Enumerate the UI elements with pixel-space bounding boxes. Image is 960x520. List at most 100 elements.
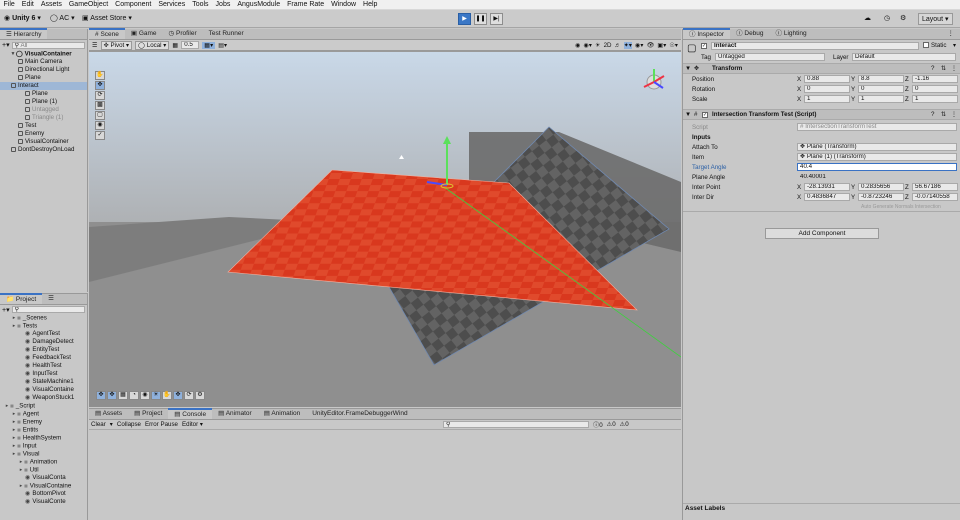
project-folder[interactable]: ▸ ■ Input bbox=[0, 442, 87, 450]
menu-item-assets[interactable]: Assets bbox=[37, 0, 65, 10]
warn-count[interactable]: ⚠0 bbox=[607, 421, 616, 428]
project-folder[interactable]: ▸ ■ Agent bbox=[0, 410, 87, 418]
collab-button[interactable]: ◯ AC ▾ bbox=[50, 13, 75, 25]
tab-animation[interactable]: ▤ Animation bbox=[258, 408, 307, 419]
tab-profiler[interactable]: ◷ Profiler bbox=[163, 28, 203, 39]
tab-lighting[interactable]: ⓘ Lighting bbox=[770, 28, 813, 39]
scene-row[interactable]: ▼◯ VisualContainer bbox=[0, 50, 87, 58]
project-folder[interactable]: ▸ ■ Enemy bbox=[0, 418, 87, 426]
layout-dropdown[interactable]: Layout ▾ bbox=[918, 13, 953, 25]
scene-viewport[interactable] bbox=[89, 52, 681, 407]
add-component-button[interactable]: Add Component bbox=[765, 228, 879, 239]
overlay-camera-icon[interactable]: ◉ bbox=[140, 391, 150, 400]
attach-to-field[interactable]: ✥ Plane (Transform) bbox=[797, 143, 957, 151]
inter-dir-y-input[interactable]: -0.8723246 bbox=[858, 193, 904, 201]
rotation-y-label[interactable]: Y bbox=[851, 86, 855, 93]
audio-toggle-icon[interactable]: ♬ bbox=[615, 42, 621, 49]
scale-z-input[interactable]: 1 bbox=[912, 95, 958, 103]
effects-toggle-icon[interactable]: ✦▾ bbox=[623, 41, 633, 49]
position-x-label[interactable]: X bbox=[797, 76, 801, 83]
target-angle-input[interactable]: 40.4 bbox=[797, 163, 957, 171]
project-folder[interactable]: ▸ ■ Tests bbox=[0, 322, 87, 330]
hierarchy-item[interactable]: VisualContainer bbox=[0, 138, 87, 146]
view-tool-icon[interactable]: ✋ bbox=[95, 71, 105, 80]
snap-toggle-icon[interactable]: ▤▾ bbox=[218, 42, 227, 49]
inter-point-label[interactable]: Inter Point bbox=[692, 184, 720, 191]
project-folder[interactable]: ▸ ■ _Script bbox=[0, 402, 87, 410]
inter-point-z-input[interactable]: 56.67186 bbox=[912, 183, 958, 191]
settings-gear-icon[interactable]: ⚙ bbox=[900, 13, 906, 25]
render-mode-icon[interactable]: ◉▾ bbox=[584, 42, 593, 49]
project-asset[interactable]: ◉ HealthTest bbox=[0, 362, 87, 370]
overlay-settings-icon[interactable]: ⚙ bbox=[195, 391, 205, 400]
inter-dir-z-label[interactable]: Z bbox=[905, 194, 909, 201]
static-checkbox[interactable] bbox=[923, 42, 929, 48]
scale-x-label[interactable]: X bbox=[797, 96, 801, 103]
tab-hierarchy[interactable]: ☰ Hierarchy bbox=[0, 28, 48, 39]
transform-header[interactable]: ▼ ✥ Transform ? ⇅ ⋮ bbox=[683, 64, 960, 74]
hierarchy-item[interactable]: DontDestroyOnLoad bbox=[0, 146, 87, 154]
inter-dir-x-input[interactable]: 0.4836847 bbox=[804, 193, 850, 201]
gizmo-global-icon[interactable]: ◉ bbox=[575, 42, 580, 49]
project-folder[interactable]: ▸ ■ Visual bbox=[0, 450, 87, 458]
hierarchy-item[interactable]: Directional Light bbox=[0, 66, 87, 74]
tab-debug[interactable]: ⓘ Debug bbox=[730, 28, 769, 39]
script-preset-icon[interactable]: ⇅ bbox=[941, 111, 946, 118]
hierarchy-item[interactable]: Test bbox=[0, 122, 87, 130]
error-pause-button[interactable]: Error Pause bbox=[145, 421, 178, 428]
rotation-z-label[interactable]: Z bbox=[905, 86, 909, 93]
console-search-input[interactable]: ⚲ bbox=[443, 421, 589, 428]
transform-tool-icon[interactable]: ◉ bbox=[95, 121, 105, 130]
inter-point-y-label[interactable]: Y bbox=[851, 184, 855, 191]
project-asset[interactable]: ◉ VisualContaine bbox=[0, 386, 87, 394]
inter-point-y-input[interactable]: 0.2835656 bbox=[858, 183, 904, 191]
tab-test-runner[interactable]: Test Runner bbox=[203, 28, 250, 39]
scale-label[interactable]: Scale bbox=[692, 96, 707, 103]
rotation-x-input[interactable]: 0 bbox=[804, 85, 850, 93]
editor-dropdown[interactable]: Editor ▾ bbox=[182, 421, 203, 428]
inter-point-x-label[interactable]: X bbox=[797, 184, 801, 191]
hierarchy-search-input[interactable]: ⚲ All bbox=[11, 41, 85, 49]
custom-tool-icon[interactable]: ✓ bbox=[95, 131, 105, 140]
menu-item-tools[interactable]: Tools bbox=[189, 0, 212, 10]
overlay-orbit-icon[interactable]: ⟳ bbox=[184, 391, 194, 400]
position-z-input[interactable]: -1.16 bbox=[912, 75, 958, 83]
hierarchy-item[interactable]: Untagged bbox=[0, 106, 87, 114]
rotation-y-input[interactable]: 0 bbox=[858, 85, 904, 93]
position-y-input[interactable]: 8.8 bbox=[858, 75, 904, 83]
script-header[interactable]: ▼ # ✓ Intersection Transform Test (Scrip… bbox=[683, 110, 960, 120]
visibility-icon[interactable]: 👁 bbox=[647, 41, 655, 49]
position-x-input[interactable]: 0.88 bbox=[804, 75, 850, 83]
clear-dropdown-icon[interactable]: ▾ bbox=[110, 421, 113, 428]
inter-dir-z-input[interactable]: -0.07140558 bbox=[912, 193, 958, 201]
scale-tool-icon[interactable]: ▩ bbox=[95, 101, 105, 110]
hidden-objects-icon[interactable]: ◉▾ bbox=[635, 42, 644, 49]
project-folder[interactable]: ▸ ■ Animation bbox=[0, 458, 87, 466]
menu-item-window[interactable]: Window bbox=[328, 0, 360, 10]
project-asset[interactable]: ◉ FeedbackTest bbox=[0, 354, 87, 362]
project-asset[interactable]: ◉ EntityTest bbox=[0, 346, 87, 354]
transform-tools-icon[interactable]: ☰ bbox=[92, 42, 98, 49]
menu-item-angusmodule[interactable]: AngusModule bbox=[234, 0, 284, 10]
move-tool-icon[interactable]: ✥ bbox=[95, 81, 105, 90]
tab-animator[interactable]: ▤ Animator bbox=[212, 408, 258, 419]
tab-game[interactable]: ▣ Game bbox=[125, 28, 163, 39]
tab-project[interactable]: ▤ Project bbox=[128, 408, 168, 419]
menu-item-help[interactable]: Help bbox=[360, 0, 381, 10]
position-z-label[interactable]: Z bbox=[905, 76, 909, 83]
hierarchy-item[interactable]: Enemy bbox=[0, 130, 87, 138]
position-y-label[interactable]: Y bbox=[851, 76, 855, 83]
overlay-axis-icon[interactable]: ✥ bbox=[173, 391, 183, 400]
script-collapse-arrow-icon[interactable]: ▼ bbox=[685, 111, 691, 118]
step-button[interactable]: ▶| bbox=[490, 13, 503, 25]
collapse-button[interactable]: Collapse bbox=[117, 421, 141, 428]
account-button[interactable]: ◉ Unity 6 ▾ bbox=[4, 13, 41, 25]
grid-snap-icon[interactable]: ▦ bbox=[172, 42, 178, 49]
asset-store-button[interactable]: ▣ Asset Store ▾ bbox=[82, 13, 132, 25]
asset-labels-header[interactable]: Asset Labels bbox=[683, 503, 960, 513]
tab-assets[interactable]: ▤ Assets bbox=[89, 408, 128, 419]
inter-dir-y-label[interactable]: Y bbox=[851, 194, 855, 201]
pause-button[interactable]: ❚❚ bbox=[474, 13, 487, 25]
rotation-x-label[interactable]: X bbox=[797, 86, 801, 93]
project-folder[interactable]: ▸ ■ Util bbox=[0, 466, 87, 474]
